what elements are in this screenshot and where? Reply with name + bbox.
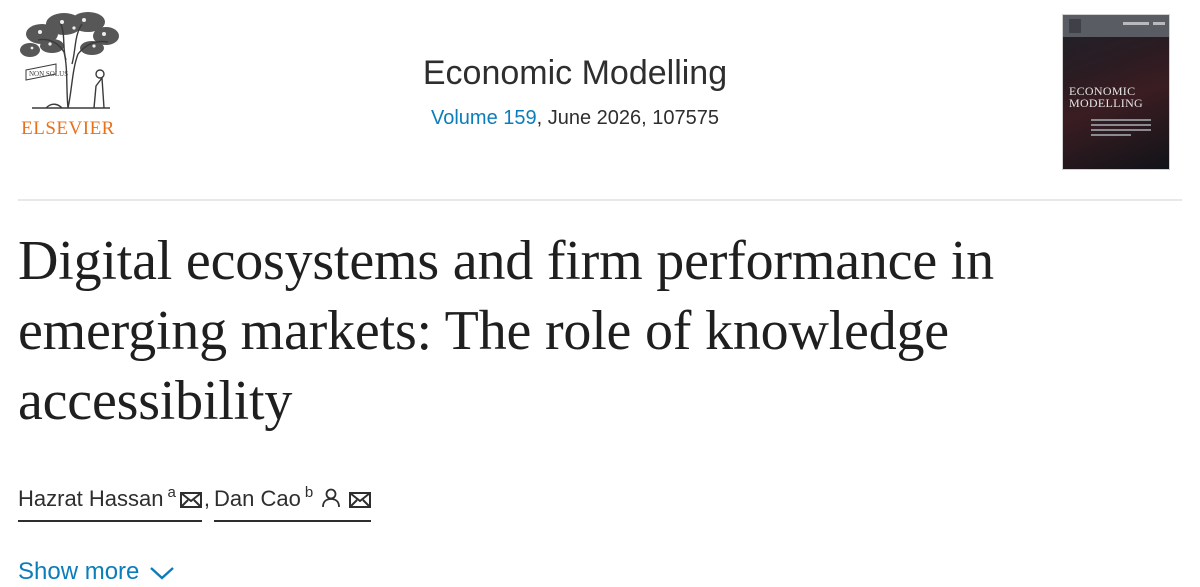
elsevier-tree-icon: NON SOLUS: [20, 12, 119, 109]
author-dan-cao[interactable]: Dan Cao b: [213, 484, 372, 522]
header-divider: [18, 199, 1182, 201]
author-name: Dan Cao: [213, 486, 301, 511]
cover-title: ECONOMIC MODELLING: [1069, 85, 1143, 109]
email-icon: [349, 488, 372, 514]
author-list: Hazrat Hassan a, Dan Cao b: [18, 484, 372, 522]
author-hazrat-hassan[interactable]: Hazrat Hassan a: [18, 484, 202, 522]
article-header: NON SOLUS ELSEVIER Economic Modelling Vo…: [0, 0, 1200, 200]
show-more-button[interactable]: Show more: [18, 558, 175, 586]
elsevier-logo[interactable]: NON SOLUS ELSEVIER: [12, 8, 124, 139]
journal-issue-info: Volume 159, June 2026, 107575: [350, 107, 800, 130]
journal-info: Economic Modelling Volume 159, June 2026…: [350, 54, 800, 130]
email-icon: [179, 488, 202, 514]
cover-masthead: [1063, 15, 1169, 37]
show-more-label: Show more: [18, 558, 140, 585]
author-name: Hazrat Hassan: [18, 486, 164, 511]
publisher-name: ELSEVIER: [21, 118, 115, 139]
affiliation-marker: a: [167, 484, 176, 501]
issue-date-article-number: , June 2026, 107575: [536, 107, 720, 129]
cover-subtitle-lines: [1091, 119, 1151, 139]
journal-title-link[interactable]: Economic Modelling: [423, 54, 727, 93]
person-icon: [321, 488, 341, 514]
journal-cover-image[interactable]: ECONOMIC MODELLING: [1062, 14, 1170, 170]
cover-title-line: MODELLING: [1069, 96, 1144, 110]
article-title: Digital ecosystems and firm performance …: [18, 230, 994, 432]
affiliation-marker: b: [304, 484, 314, 501]
tree-motto: NON SOLUS: [29, 70, 68, 78]
chevron-down-icon: [150, 567, 175, 580]
author-separator: ,: [203, 486, 210, 511]
volume-link[interactable]: Volume 159: [431, 107, 537, 129]
